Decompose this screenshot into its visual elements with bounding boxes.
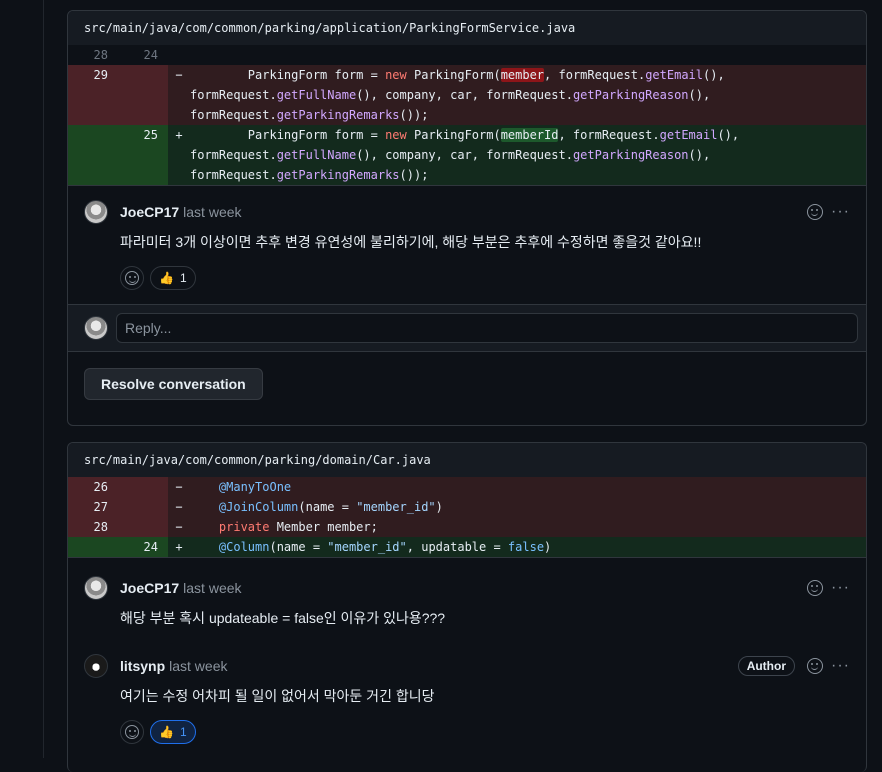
thumbs-up-icon: 👍 (159, 271, 174, 285)
reactions-bar: 👍 1 (120, 266, 850, 304)
diff-deleted-row: 28 − private Member member; (68, 517, 866, 537)
deletion-sign: − (175, 480, 183, 494)
add-reaction-icon[interactable] (807, 204, 824, 220)
avatar[interactable] (84, 200, 108, 224)
avatar[interactable] (84, 576, 108, 600)
new-line-number: 24 (118, 45, 168, 65)
comment-author[interactable]: JoeCP17 (120, 204, 179, 220)
review-comment: JoeCP17 last week ··· 해당 부분 혹시 updateabl… (68, 557, 866, 628)
diff-deleted-row: 26 − @ManyToOne (68, 477, 866, 497)
resolve-conversation-button[interactable]: Resolve conversation (84, 368, 263, 400)
more-options-icon[interactable]: ··· (831, 204, 850, 220)
comment-time[interactable]: last week (169, 658, 227, 674)
new-line-number: 24 (118, 537, 168, 557)
addition-sign: + (175, 540, 183, 554)
reaction-count: 1 (179, 725, 187, 739)
more-options-icon[interactable]: ··· (831, 658, 850, 674)
thumbs-up-icon: 👍 (159, 725, 174, 739)
old-line-number: 29 (68, 65, 118, 125)
review-thread-car: src/main/java/com/common/parking/domain/… (67, 442, 867, 772)
avatar (84, 316, 108, 340)
code-line: @JoinColumn(name = "member_id") (218, 500, 443, 514)
review-comment: JoeCP17 last week ··· 파라미터 3개 이상이면 추후 변경… (68, 185, 866, 304)
comment-body: 파라미터 3개 이상이면 추후 변경 유연성에 불리하기에, 해당 부분은 추후… (120, 234, 702, 250)
deletion-sign: − (175, 520, 183, 534)
add-reaction-icon[interactable] (807, 658, 824, 674)
old-line-number: 26 (68, 477, 118, 497)
addition-sign: + (175, 128, 183, 142)
code-line: private Member member; (218, 520, 378, 534)
smiley-icon (125, 271, 139, 285)
diff-hunk: 28 24 29 − ParkingForm form = new Parkin… (68, 45, 866, 185)
old-line-number: 27 (68, 497, 118, 517)
smiley-icon (125, 725, 139, 739)
thumbs-up-reaction[interactable]: 👍 1 (150, 266, 196, 290)
comment-body: 해당 부분 혹시 updateable = false인 이유가 있나용??? (120, 610, 446, 626)
reaction-count: 1 (179, 271, 187, 285)
diff-deleted-row: 29 − ParkingForm form = new ParkingForm(… (68, 65, 866, 125)
diff-hunk: 26 − @ManyToOne 27 − @JoinColumn(name = … (68, 477, 866, 557)
reply-row: Reply... (68, 304, 866, 351)
diff-context-row: 28 24 (68, 45, 866, 65)
author-badge: Author (737, 656, 796, 676)
review-thread-parking-form-service: src/main/java/com/common/parking/applica… (67, 10, 867, 426)
more-options-icon[interactable]: ··· (831, 580, 850, 596)
old-line-number: 28 (68, 517, 118, 537)
add-reaction-button[interactable] (120, 720, 144, 744)
diff-added-row: 25 + ParkingForm form = new ParkingForm(… (68, 125, 866, 185)
reply-input[interactable]: Reply... (116, 313, 858, 343)
comment-author[interactable]: JoeCP17 (120, 580, 179, 596)
avatar[interactable] (84, 654, 108, 678)
code-line: @ManyToOne (218, 480, 292, 494)
deletion-sign: − (175, 68, 183, 82)
timeline-line (43, 0, 44, 758)
resolve-row: Resolve conversation (68, 351, 866, 416)
comment-time[interactable]: last week (183, 580, 241, 596)
add-reaction-button[interactable] (120, 266, 144, 290)
code-line: ParkingForm form = new ParkingForm(membe… (190, 128, 740, 182)
review-comment: litsynp last week Author ··· 여기는 수정 어차피 … (68, 628, 866, 758)
deletion-sign: − (175, 500, 183, 514)
comment-time[interactable]: last week (183, 204, 241, 220)
old-line-number: 28 (68, 45, 118, 65)
diff-added-row: 24 + @Column(name = "member_id", updatab… (68, 537, 866, 557)
add-reaction-icon[interactable] (807, 580, 824, 596)
diff-deleted-row: 27 − @JoinColumn(name = "member_id") (68, 497, 866, 517)
thumbs-up-reaction[interactable]: 👍 1 (150, 720, 196, 744)
file-path[interactable]: src/main/java/com/common/parking/applica… (68, 11, 866, 45)
code-line: ParkingForm form = new ParkingForm(membe… (190, 68, 725, 122)
file-path[interactable]: src/main/java/com/common/parking/domain/… (68, 443, 866, 477)
comment-body: 여기는 수정 어차피 될 일이 없어서 막아둔 거긴 합니당 (120, 688, 435, 704)
reactions-bar: 👍 1 (120, 720, 850, 758)
comment-author[interactable]: litsynp (120, 658, 165, 674)
code-line: @Column(name = "member_id", updatable = … (218, 540, 552, 554)
new-line-number: 25 (118, 125, 168, 185)
